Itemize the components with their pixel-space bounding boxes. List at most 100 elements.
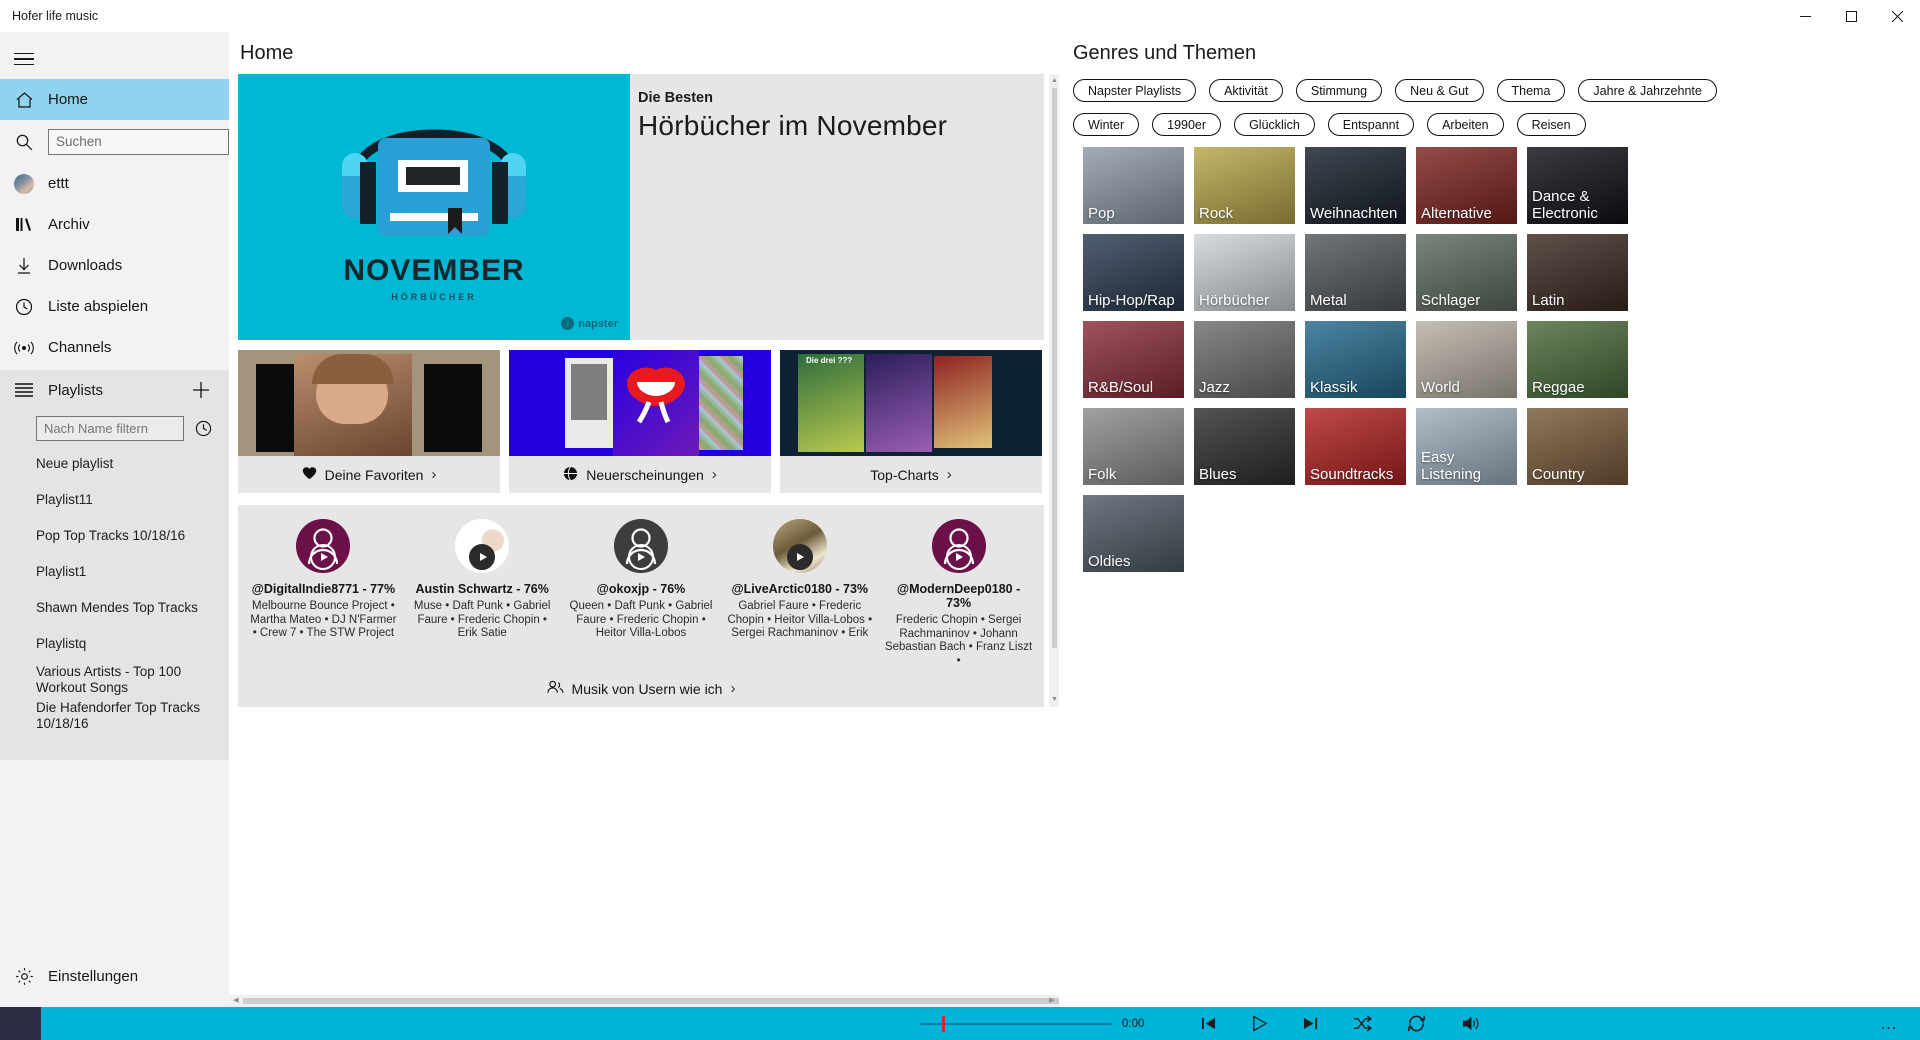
genre-tile[interactable]: Oldies [1083, 495, 1184, 572]
genre-tile[interactable]: Weihnachten [1305, 147, 1406, 224]
scroll-left-arrow[interactable]: ◀ [229, 995, 243, 1007]
playlist-history-icon[interactable] [195, 420, 212, 437]
sidebar-item-downloads[interactable]: Downloads [0, 245, 229, 286]
search-icon[interactable] [0, 133, 48, 151]
playlist-item[interactable]: Shawn Mendes Top Tracks [0, 590, 229, 626]
sidebar-item-profile[interactable]: ettt [0, 163, 229, 204]
genre-tile-label: Country [1532, 466, 1585, 483]
genre-tile[interactable]: Dance & Electronic [1527, 147, 1628, 224]
genre-chip[interactable]: Winter [1073, 113, 1140, 136]
volume-icon[interactable] [1461, 1015, 1481, 1032]
genre-tile[interactable]: Soundtracks [1305, 408, 1406, 485]
genre-tile[interactable]: Hörbücher [1194, 234, 1295, 311]
genre-tile[interactable]: R&B/Soul [1083, 321, 1184, 398]
plus-icon[interactable] [189, 378, 213, 402]
genre-tile[interactable]: Schlager [1416, 234, 1517, 311]
seek-handle[interactable] [942, 1015, 945, 1032]
user-artists: Muse • Daft Punk • Gabriel Faure • Frede… [413, 600, 551, 639]
genre-tile[interactable]: Alternative [1416, 147, 1517, 224]
genre-chip[interactable]: 1990er [1152, 113, 1222, 136]
genre-chip[interactable]: Neu & Gut [1395, 79, 1484, 102]
scroll-right-arrow[interactable]: ▶ [1045, 995, 1059, 1007]
playlists-header: Playlists [0, 370, 229, 410]
genre-tile[interactable]: Latin [1527, 234, 1628, 311]
user-card[interactable]: Austin Schwartz - 76% Muse • Daft Punk • … [407, 519, 557, 668]
play-icon[interactable] [945, 544, 972, 570]
user-card[interactable]: @okoxjp - 76% Queen • Daft Punk • Gabriel… [566, 519, 716, 668]
maximize-icon[interactable] [1828, 0, 1874, 32]
genre-chip[interactable]: Reisen [1516, 113, 1586, 136]
main-horizontal-scrollbar[interactable]: ◀ ▶ [229, 995, 1133, 1007]
genre-tile[interactable]: Rock [1194, 147, 1295, 224]
card-text-neuerscheinungen: Neuerscheinungen [586, 466, 704, 483]
sidebar-item-channels[interactable]: Channels [0, 327, 229, 368]
genre-chip[interactable]: Arbeiten [1427, 113, 1504, 136]
repeat-icon[interactable] [1406, 1013, 1427, 1034]
skip-next-icon[interactable] [1302, 1016, 1319, 1031]
playlist-item[interactable]: Neue playlist [0, 446, 229, 482]
playlist-item[interactable]: Playlist11 [0, 482, 229, 518]
user-card[interactable]: @ModernDeep0180 - 73% Frederic Chopin • S… [884, 519, 1034, 668]
card-favoriten[interactable]: Deine Favoriten › [238, 350, 500, 493]
player-overflow-button[interactable]: … [1880, 1014, 1898, 1034]
shuffle-icon[interactable] [1353, 1015, 1372, 1032]
play-icon[interactable] [1251, 1015, 1268, 1032]
genre-chip[interactable]: Jahre & Jahrzehnte [1578, 79, 1717, 102]
card-neuerscheinungen[interactable]: Neuerscheinungen › [509, 350, 771, 493]
playlist-item[interactable]: Pop Top Tracks 10/18/16 [0, 518, 229, 554]
sidebar-item-archiv[interactable]: Archiv [0, 204, 229, 245]
genre-tile[interactable]: Metal [1305, 234, 1406, 311]
sidebar-item-settings[interactable]: Einstellungen [0, 956, 229, 997]
search-input[interactable] [48, 128, 229, 155]
genre-tile-label: Alternative [1421, 205, 1492, 222]
scroll-thumb[interactable] [1052, 88, 1057, 648]
close-icon[interactable] [1874, 0, 1920, 32]
genre-chips: Napster Playlists Aktivität Stimmung Neu & … [1059, 79, 1920, 136]
user-name: @LiveArctic0180 - 73% [731, 582, 869, 596]
genre-chip[interactable]: Glücklich [1234, 113, 1315, 136]
sidebar-item-home[interactable]: Home [0, 79, 229, 120]
seek-slider[interactable] [920, 1015, 1112, 1032]
sidebar-item-queue[interactable]: Liste abspielen [0, 286, 229, 327]
hamburger-icon[interactable] [0, 39, 48, 79]
genre-chip[interactable]: Stimmung [1295, 79, 1383, 102]
playlist-item[interactable]: Die Hafendorfer Top Tracks 10/18/16 [0, 698, 229, 734]
hscroll-thumb[interactable] [243, 998, 1133, 1004]
genre-chip[interactable]: Aktivität [1209, 79, 1283, 102]
genre-tile[interactable]: Hip-Hop/Rap [1083, 234, 1184, 311]
feature-cards: Deine Favoriten › Neuerscheinungen › Die… [238, 350, 1060, 493]
play-icon[interactable] [310, 544, 337, 570]
genre-tile[interactable]: Country [1527, 408, 1628, 485]
card-artwork: Die drei ??? [780, 350, 1042, 456]
skip-previous-icon[interactable] [1200, 1016, 1217, 1031]
hero-banner[interactable]: NOVEMBER HÖRBÜCHER ♪ napster Die Besten H… [238, 74, 1044, 340]
play-icon[interactable] [469, 544, 496, 570]
card-topcharts[interactable]: Die drei ??? Top-Charts › [780, 350, 1042, 493]
page-title: Home [240, 42, 294, 64]
genre-chip[interactable]: Entspannt [1327, 113, 1415, 136]
play-icon[interactable] [786, 544, 813, 570]
playlist-item[interactable]: Playlistq [0, 626, 229, 662]
chevron-right-icon: › [730, 680, 736, 697]
chevron-right-icon: › [711, 466, 717, 483]
genre-tile[interactable]: Klassik [1305, 321, 1406, 398]
genre-tile[interactable]: World [1416, 321, 1517, 398]
users-more-link[interactable]: Musik von Usern wie ich › [244, 680, 1038, 697]
user-card[interactable]: @LiveArctic0180 - 73% Gabriel Faure • Fre… [725, 519, 875, 668]
genre-tile[interactable]: Jazz [1194, 321, 1295, 398]
genre-tile[interactable]: Reggae [1527, 321, 1628, 398]
playlist-item[interactable]: Playlist1 [0, 554, 229, 590]
genre-tile[interactable]: Pop [1083, 147, 1184, 224]
hero-headline: Hörbücher im November [638, 110, 948, 141]
genre-tile[interactable]: Blues [1194, 408, 1295, 485]
settings-label: Einstellungen [48, 968, 139, 985]
genre-tile[interactable]: Easy Listening [1416, 408, 1517, 485]
play-icon[interactable] [627, 544, 654, 570]
genre-chip[interactable]: Thema [1496, 79, 1566, 102]
genre-tile[interactable]: Folk [1083, 408, 1184, 485]
user-card[interactable]: @DigitalIndie8771 - 77% Melbourne Bounce … [248, 519, 398, 668]
playlist-item[interactable]: Various Artists - Top 100 Workout Songs [0, 662, 229, 698]
playlist-filter-input[interactable] [36, 415, 184, 441]
genre-chip[interactable]: Napster Playlists [1073, 79, 1197, 102]
minimize-icon[interactable] [1782, 0, 1828, 32]
